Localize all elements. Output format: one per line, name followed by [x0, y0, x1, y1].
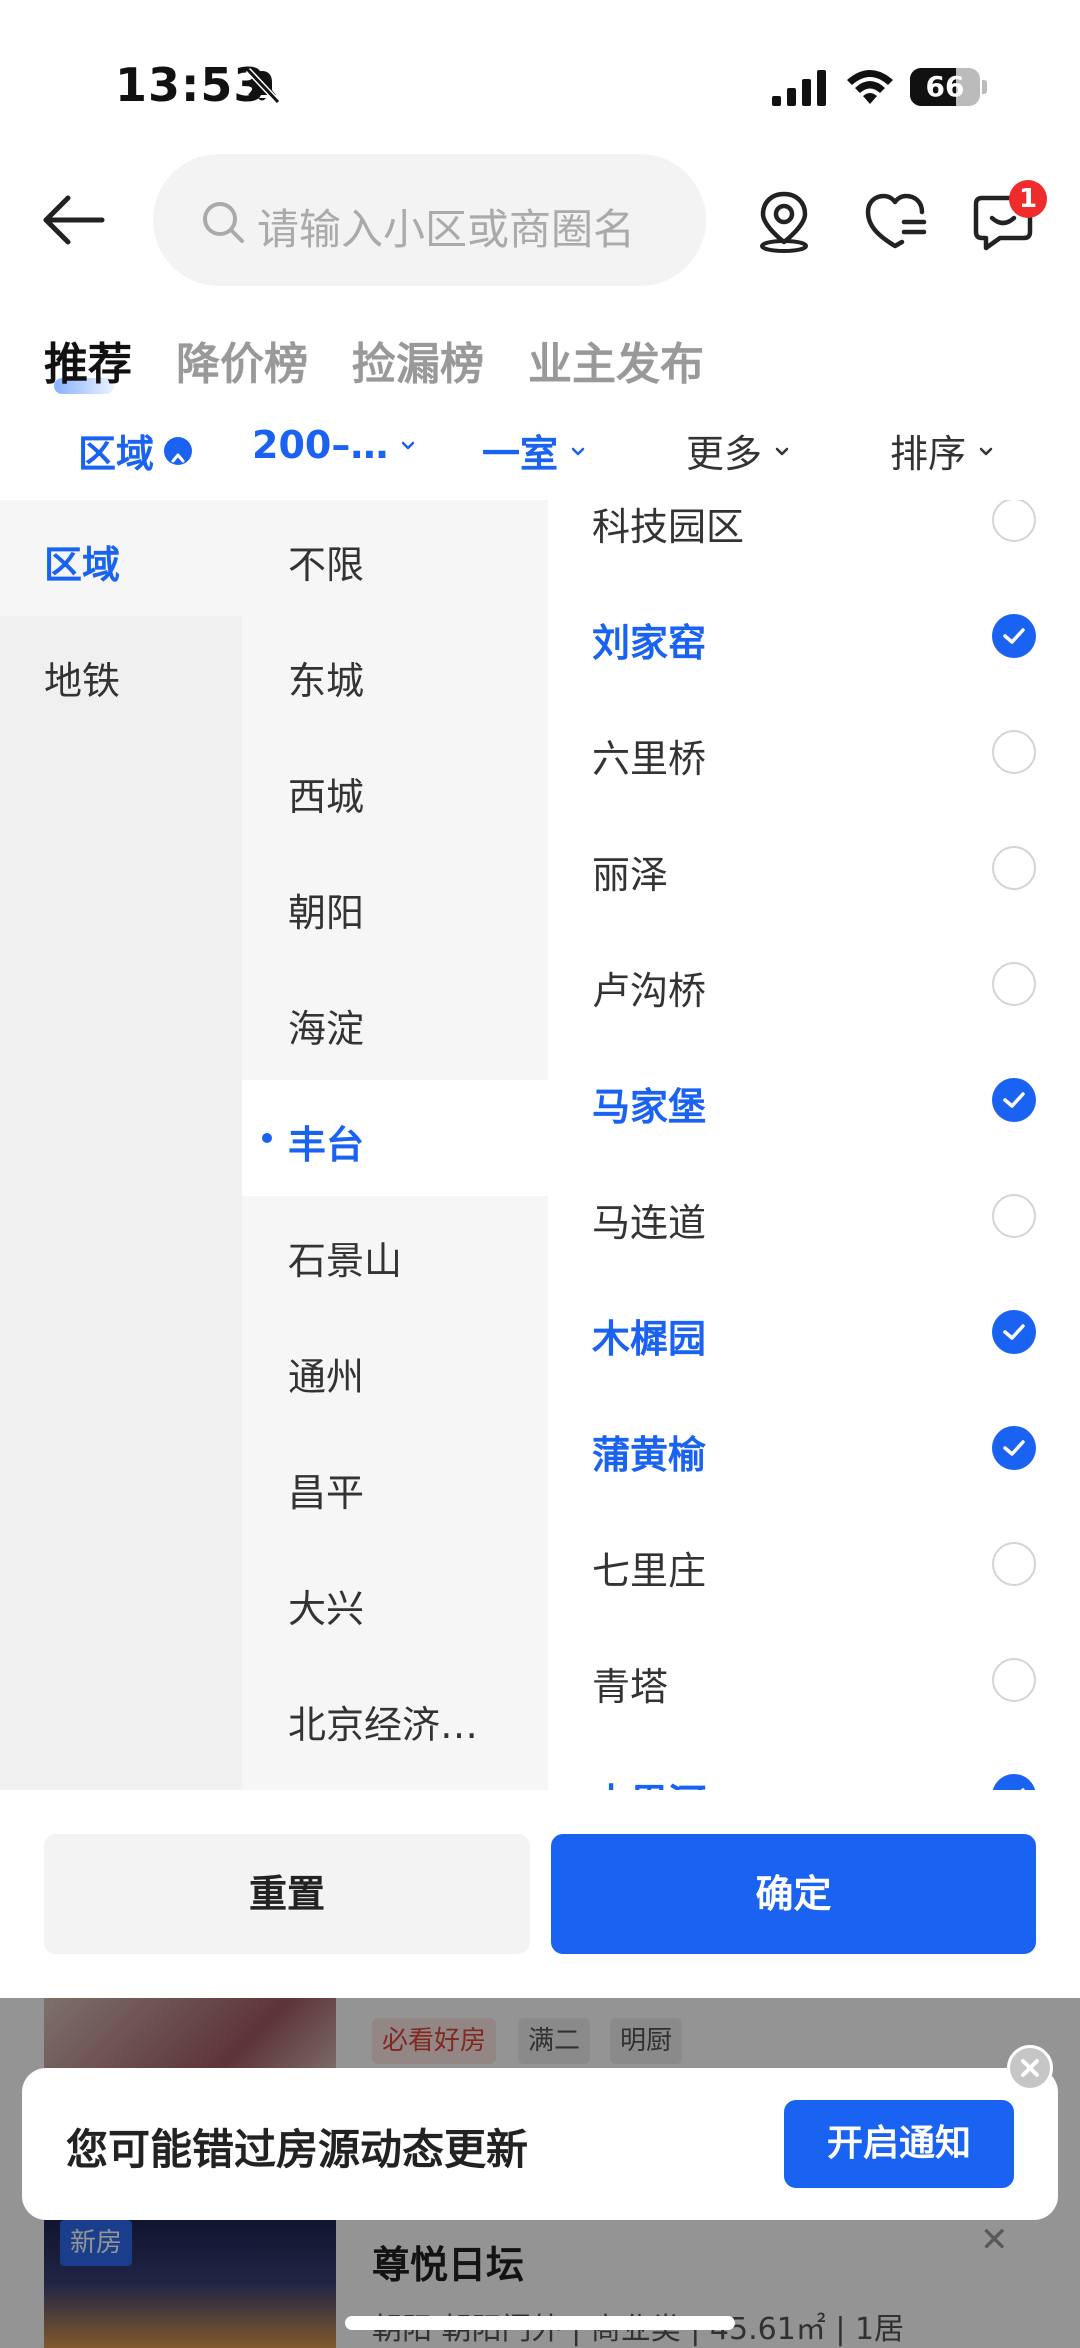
chevron-down-icon — [979, 447, 993, 455]
area-row[interactable]: 木樨园 — [548, 1274, 1080, 1390]
category-subway[interactable]: 地铁 — [44, 650, 120, 705]
area-name: 蒲黄榆 — [592, 1433, 707, 1477]
area-row[interactable]: 刘家窑 — [548, 578, 1080, 694]
area-row[interactable]: 科技园区 — [548, 500, 1080, 578]
tab-price-drop[interactable]: 降价榜 — [176, 328, 308, 392]
area-row[interactable]: 六里桥 — [548, 694, 1080, 810]
area-row[interactable]: 卢沟桥 — [548, 926, 1080, 1042]
area-filter-panel: 区域 地铁 不限 东城 西城 朝阳 海淀 丰台 石景山 通州 昌平 大兴 北京经… — [0, 500, 1080, 1998]
area-row[interactable]: 青塔 — [548, 1622, 1080, 1738]
favorites-heart-icon[interactable] — [862, 188, 928, 254]
district-item[interactable]: 西城 — [288, 766, 364, 821]
area-row[interactable]: 十里河 — [548, 1738, 1080, 1790]
home-indicator[interactable] — [345, 2316, 735, 2330]
checkbox[interactable] — [992, 1542, 1036, 1586]
tab-recommended[interactable]: 推荐 — [44, 328, 132, 392]
district-item[interactable]: 朝阳 — [288, 882, 364, 937]
checkbox[interactable] — [992, 962, 1036, 1006]
area-row[interactable]: 七里庄 — [548, 1506, 1080, 1622]
area-name: 十里河 — [592, 1772, 706, 1790]
area-name: 六里桥 — [592, 737, 707, 781]
chevron-up-icon — [164, 436, 193, 465]
confirm-button[interactable]: 确定 — [551, 1834, 1036, 1954]
filter-layout[interactable]: 一室 — [482, 423, 588, 478]
filter-area[interactable]: 区域 — [78, 423, 193, 478]
back-arrow-icon[interactable] — [40, 190, 112, 250]
area-name: 卢沟桥 — [592, 969, 707, 1013]
tab-owner-post[interactable]: 业主发布 — [528, 328, 704, 392]
checkbox[interactable] — [992, 730, 1036, 774]
category-column: 区域 地铁 — [0, 500, 242, 1790]
checkbox-checked[interactable] — [992, 1774, 1036, 1790]
district-item[interactable]: 大兴 — [288, 1578, 364, 1633]
checkbox[interactable] — [992, 1658, 1036, 1702]
area-name: 木樨园 — [592, 1317, 707, 1361]
chevron-down-icon — [402, 441, 415, 450]
area-name: 丽泽 — [592, 853, 669, 897]
district-item[interactable]: 海淀 — [288, 998, 364, 1053]
checkbox[interactable] — [992, 846, 1036, 890]
battery-icon: 66 — [910, 68, 988, 106]
chevron-down-icon — [775, 447, 789, 455]
district-item[interactable]: 昌平 — [288, 1462, 364, 1517]
checkbox-checked[interactable] — [992, 1426, 1036, 1470]
area-row[interactable]: 丽泽 — [548, 810, 1080, 926]
checkbox-checked[interactable] — [992, 1310, 1036, 1354]
area-column: 科技园区 刘家窑 六里桥 丽泽 卢沟桥 马家堡 马连道 木樨园 蒲黄榆 七里庄 … — [548, 500, 1080, 1790]
tab-bar: 推荐 降价榜 捡漏榜 业主发布 — [0, 320, 1080, 400]
filter-bar: 区域 200–… 一室 更多 排序 — [0, 405, 1080, 495]
status-bar: 13:53 66 — [0, 0, 1080, 150]
filter-more-label: 更多 — [686, 432, 763, 476]
filter-price[interactable]: 200–… — [252, 423, 418, 467]
filter-area-label: 区域 — [78, 432, 155, 476]
message-badge: 1 — [1009, 180, 1047, 218]
filter-more[interactable]: 更多 — [686, 423, 792, 478]
district-column: 不限 东城 西城 朝阳 海淀 丰台 石景山 通州 昌平 大兴 北京经济… — [242, 500, 548, 1790]
filter-layout-label: 一室 — [482, 432, 559, 476]
map-location-icon[interactable] — [751, 188, 817, 254]
area-name: 刘家窑 — [592, 621, 707, 665]
search-icon — [203, 202, 244, 243]
checkbox-checked[interactable] — [992, 1078, 1036, 1122]
district-item[interactable]: 东城 — [288, 650, 364, 705]
reset-button[interactable]: 重置 — [44, 1834, 530, 1954]
enable-notification-button[interactable]: 开启通知 — [784, 2100, 1014, 2188]
notification-text: 您可能错过房源动态更新 — [66, 2125, 529, 2174]
battery-level: 66 — [925, 70, 965, 103]
area-name: 马家堡 — [592, 1085, 707, 1129]
close-icon[interactable] — [1007, 2045, 1053, 2091]
notification-card: 您可能错过房源动态更新 开启通知 — [22, 2068, 1058, 2220]
bell-muted-icon — [245, 67, 281, 105]
district-item[interactable]: 北京经济… — [288, 1694, 478, 1749]
area-name: 马连道 — [592, 1201, 707, 1245]
search-placeholder: 请输入小区或商圈名 — [257, 205, 636, 254]
area-row[interactable]: 马连道 — [548, 1158, 1080, 1274]
filter-sort-label: 排序 — [890, 432, 967, 476]
area-name: 科技园区 — [592, 505, 745, 549]
category-area[interactable]: 区域 — [44, 534, 120, 589]
area-name: 七里庄 — [592, 1549, 707, 1593]
wifi-icon — [847, 70, 893, 104]
district-item[interactable]: 不限 — [288, 534, 364, 589]
checkbox-checked[interactable] — [992, 614, 1036, 658]
filter-price-label: 200–… — [252, 423, 389, 467]
tab-bargain[interactable]: 捡漏榜 — [352, 328, 484, 392]
checkbox[interactable] — [992, 500, 1036, 542]
checkbox[interactable] — [992, 1194, 1036, 1238]
area-row[interactable]: 蒲黄榆 — [548, 1390, 1080, 1506]
selected-dot-icon — [262, 1133, 272, 1143]
cellular-signal-icon — [772, 70, 826, 106]
area-name: 青塔 — [592, 1665, 669, 1709]
filter-sort[interactable]: 排序 — [890, 423, 996, 478]
district-item[interactable]: 通州 — [288, 1346, 364, 1401]
district-item[interactable]: 石景山 — [288, 1230, 402, 1285]
search-input[interactable]: 请输入小区或商圈名 — [153, 154, 706, 286]
chevron-down-icon — [571, 447, 585, 455]
area-row[interactable]: 马家堡 — [548, 1042, 1080, 1158]
top-bar: 请输入小区或商圈名 1 — [0, 150, 1080, 290]
district-item-fengtai[interactable]: 丰台 — [288, 1114, 364, 1169]
